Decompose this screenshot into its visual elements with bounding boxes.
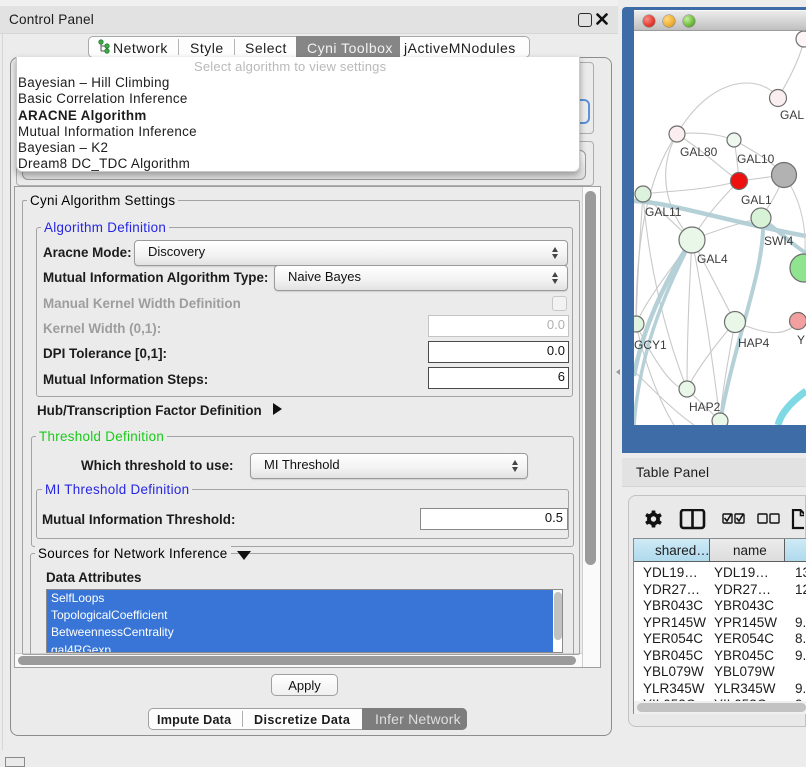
svg-text:GAL80: GAL80 <box>680 145 718 159</box>
svg-text:GAL1: GAL1 <box>741 193 772 207</box>
svg-text:GAL10: GAL10 <box>737 152 775 166</box>
svg-text:HAP4: HAP4 <box>738 336 770 350</box>
svg-text:GCY1: GCY1 <box>634 338 667 352</box>
svg-text:GAL11: GAL11 <box>645 205 682 219</box>
svg-text:GAL4: GAL4 <box>697 252 728 266</box>
svg-text:SWI4: SWI4 <box>764 234 794 248</box>
svg-text:Y: Y <box>797 333 805 347</box>
svg-text:GAL: GAL <box>780 108 804 122</box>
svg-text:HAP2: HAP2 <box>689 400 721 414</box>
